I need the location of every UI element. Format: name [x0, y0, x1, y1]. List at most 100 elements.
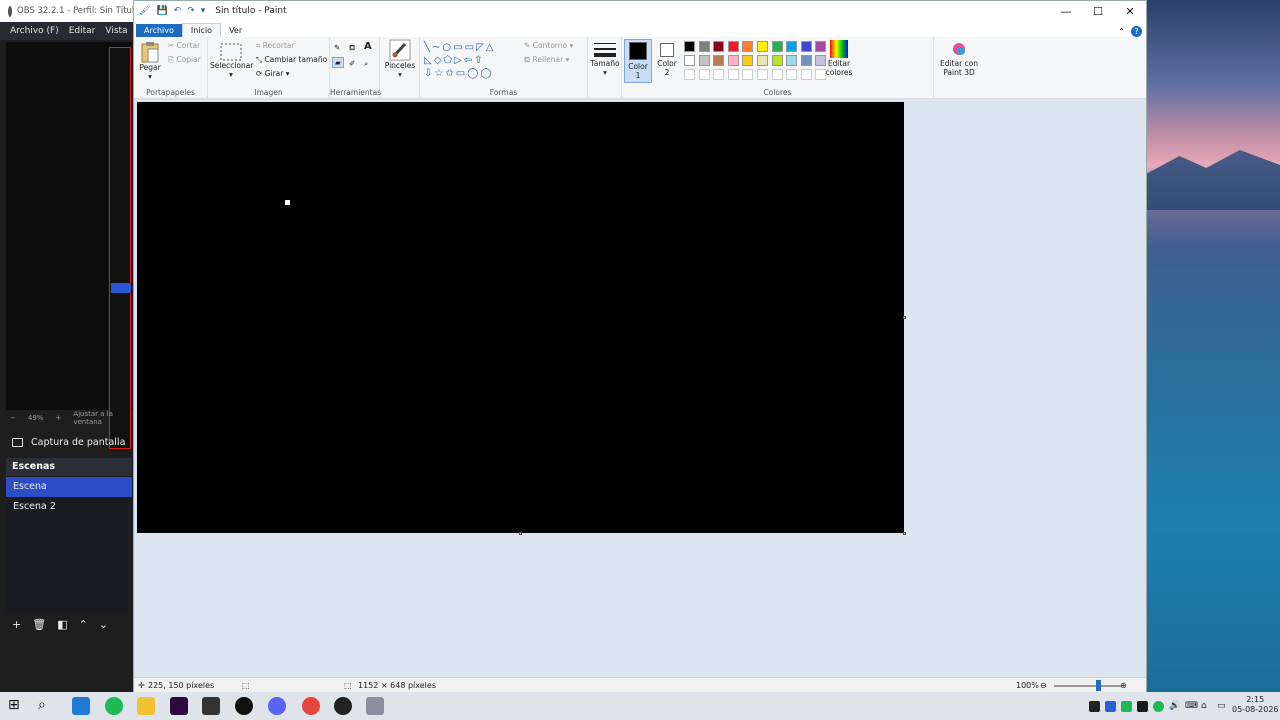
fill-button[interactable]: ⛾ Rellenar ▾ — [524, 55, 569, 65]
cut-button[interactable]: ✂ Cortar — [168, 41, 200, 50]
edit-colors-button[interactable]: Editar colores — [824, 39, 854, 77]
color-swatch[interactable] — [698, 55, 710, 66]
arrow-down-icon[interactable]: ⌄ — [99, 618, 108, 631]
color-swatch[interactable] — [742, 41, 754, 52]
color-swatch[interactable] — [800, 41, 812, 52]
zoom-out-button[interactable]: − — [10, 414, 16, 422]
color-swatch[interactable] — [713, 41, 725, 52]
help-icon[interactable]: ? — [1131, 26, 1142, 37]
color-swatch[interactable] — [771, 55, 783, 66]
outline-button[interactable]: ✎ Contorno ▾ — [524, 41, 573, 50]
tray-nvidia-icon[interactable] — [1137, 701, 1148, 712]
color-swatch[interactable] — [742, 55, 754, 66]
tray-app-icon[interactable] — [1153, 701, 1164, 712]
customize-qat-icon[interactable]: ▾ — [201, 6, 206, 16]
tray-spotify-icon[interactable] — [1121, 701, 1132, 712]
custom-color-swatch[interactable] — [713, 69, 725, 80]
color-swatch[interactable] — [727, 55, 739, 66]
zoom-slider-thumb[interactable] — [1096, 680, 1101, 691]
shapes-gallery[interactable]: ╲∼○▭▭◸△ ◺◇⬠▷⇦⇧ ⇩☆✩▭◯◯ — [424, 41, 518, 81]
close-button[interactable]: ✕ — [1114, 5, 1146, 18]
save-icon[interactable]: 💾 — [156, 6, 167, 16]
copy-button[interactable]: ⎘ Copiar — [168, 55, 201, 65]
minimize-button[interactable]: — — [1050, 5, 1082, 18]
tab-view[interactable]: Ver — [221, 24, 250, 37]
filter-icon[interactable]: ◧ — [57, 618, 67, 631]
custom-color-swatch[interactable] — [771, 69, 783, 80]
tab-home[interactable]: Inicio — [181, 23, 222, 37]
spotify-icon[interactable] — [105, 697, 123, 715]
custom-color-swatch[interactable] — [727, 69, 739, 80]
scene-item[interactable]: Escena 2 — [6, 497, 132, 517]
obs-source-item[interactable]: Captura de pantalla — [6, 430, 132, 454]
color-swatch[interactable] — [713, 55, 725, 66]
premiere-icon[interactable] — [170, 697, 188, 715]
select-button[interactable]: Seleccionar ▾ — [210, 43, 253, 79]
color-swatch[interactable] — [786, 41, 798, 52]
resize-handle-bottom[interactable] — [519, 532, 522, 535]
crop-button[interactable]: ⌗ Recortar — [256, 41, 295, 51]
zoom-slider[interactable] — [1054, 680, 1122, 691]
windows-start-icon[interactable]: ⊞ — [8, 697, 26, 715]
edge-icon[interactable] — [72, 697, 90, 715]
zoom-out-icon[interactable]: ⊖ — [1040, 681, 1047, 690]
add-icon[interactable]: + — [12, 618, 21, 631]
color-swatch[interactable] — [771, 41, 783, 52]
file-explorer-icon[interactable] — [137, 697, 155, 715]
tray-app-icon[interactable] — [1105, 701, 1116, 712]
color-swatch[interactable] — [684, 41, 695, 52]
obs-menu-file[interactable]: Archivo (F) — [10, 26, 59, 36]
color-swatch[interactable] — [698, 41, 710, 52]
custom-color-swatch[interactable] — [786, 69, 798, 80]
language-icon[interactable]: ⌨ — [1185, 701, 1198, 712]
chrome-icon[interactable] — [302, 697, 320, 715]
text-tool-icon[interactable]: A — [364, 41, 372, 52]
canvas-area[interactable] — [134, 99, 1146, 675]
clock[interactable]: 2:15 05-08-2026 — [1232, 695, 1279, 715]
epic-games-icon[interactable] — [202, 697, 220, 715]
rotate-button[interactable]: ⟳ Girar ▾ — [256, 69, 290, 78]
color-swatch[interactable] — [800, 55, 812, 66]
custom-color-swatch[interactable] — [684, 69, 695, 80]
zoom-fit-button[interactable]: Ajustar a la ventana — [73, 410, 132, 426]
zoom-in-button[interactable]: + — [55, 414, 61, 422]
color-swatch[interactable] — [757, 55, 768, 66]
collapse-ribbon-icon[interactable]: ⌃ — [1118, 27, 1125, 36]
search-icon[interactable]: ⌕ — [38, 697, 56, 715]
maximize-button[interactable]: ☐ — [1082, 5, 1114, 18]
color-picker-icon[interactable]: ✐ — [349, 59, 355, 68]
obs-preview[interactable] — [6, 42, 132, 449]
github-icon[interactable] — [235, 697, 253, 715]
redo-icon[interactable]: ↷ — [187, 6, 195, 16]
tab-file[interactable]: Archivo — [136, 24, 182, 37]
custom-color-swatch[interactable] — [742, 69, 754, 80]
fill-bucket-icon[interactable]: ⛾ — [349, 43, 355, 53]
magnifier-icon[interactable]: ⌕ — [364, 59, 368, 69]
edit-paint3d-button[interactable]: Editar con Paint 3D — [936, 41, 982, 77]
drawing-canvas[interactable] — [137, 102, 904, 533]
color-swatch[interactable] — [727, 41, 739, 52]
zoom-in-icon[interactable]: ⊕ — [1120, 681, 1127, 690]
volume-icon[interactable]: 🔊 — [1169, 701, 1180, 712]
trash-icon[interactable]: 🗑 — [32, 618, 46, 631]
custom-color-swatch[interactable] — [757, 69, 768, 80]
obs-icon[interactable] — [334, 697, 352, 715]
pencil-icon[interactable]: ✎ — [334, 43, 340, 52]
color-swatch[interactable] — [757, 41, 768, 52]
color-swatch[interactable] — [684, 55, 695, 66]
size-button[interactable]: Tamaño ▾ — [590, 41, 620, 77]
color2-button[interactable]: Color 2 — [654, 43, 680, 77]
resize-button[interactable]: ⤡ Cambiar tamaño — [256, 55, 327, 65]
network-icon[interactable]: ⌂ — [1201, 701, 1212, 712]
color-swatch[interactable] — [786, 55, 798, 66]
custom-color-swatch[interactable] — [800, 69, 812, 80]
resize-handle-right[interactable] — [903, 316, 906, 319]
paste-button[interactable]: Pegar ▾ — [138, 41, 162, 81]
obs-capture-source-frame[interactable] — [109, 47, 131, 449]
battery-icon[interactable]: ▭ — [1217, 701, 1228, 712]
obs-menu-edit[interactable]: Editar — [69, 26, 96, 36]
brushes-button[interactable]: Pinceles ▾ — [384, 39, 416, 79]
discord-icon[interactable] — [268, 697, 286, 715]
tray-app-icon[interactable] — [1089, 701, 1100, 712]
undo-icon[interactable]: ↶ — [174, 6, 182, 16]
